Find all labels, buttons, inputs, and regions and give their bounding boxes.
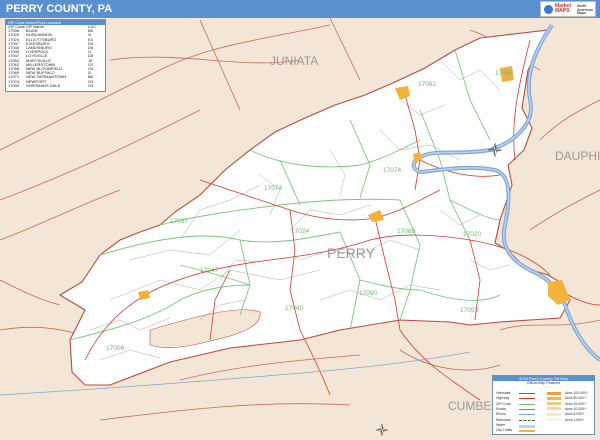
- zip-label: 17037: [170, 218, 188, 225]
- zip-legend-cell: SHERMANS DALE: [26, 82, 61, 88]
- legend-swatch: [519, 398, 535, 400]
- legend-swatch: [519, 393, 535, 394]
- legend-item: Area 10,000+: [565, 406, 587, 411]
- zip-label: 17074: [383, 167, 401, 174]
- zip-label: 17047: [200, 267, 218, 274]
- map-frame: JUNIATA DAUPHIN CUMBER PERRY 17062 17045…: [0, 0, 600, 440]
- legend-swatch: [519, 403, 535, 405]
- zip-label: 17062: [418, 81, 436, 88]
- zip-label: 17068: [397, 228, 415, 235]
- zip-label: 17024: [291, 228, 309, 235]
- legend-swatch: [547, 396, 561, 400]
- publisher-logo: Market MAPS North American Maps: [540, 1, 596, 17]
- zip-label: 17020: [463, 231, 481, 238]
- zip-label: 17074: [264, 185, 282, 192]
- zip-legend-cell: 17090: [8, 82, 20, 88]
- legend-swatch: [519, 430, 535, 433]
- legend-item: Area 50,000+: [565, 396, 587, 401]
- legend-swatch: [519, 408, 535, 410]
- legend-item: Area 25,000+: [565, 401, 587, 406]
- zip-legend: ZIP Code Index/Post Location ZIP Code ZI…: [5, 19, 106, 92]
- zip-legend-rows: 17006 BLAIN B6 17020 DUNCANNON I4 17024 ELLIOTT…: [6, 28, 105, 88]
- logo-right-text: North American Maps: [577, 4, 593, 15]
- legend-swatch: [547, 402, 561, 406]
- zip-legend-cell: G5: [88, 82, 94, 88]
- title-bar: PERRY COUNTY, PA Market MAPS North Ameri…: [0, 0, 600, 18]
- map-legend: 2016 Perry County, PA Map Official Map F…: [492, 375, 595, 435]
- zip-label: 17045: [495, 70, 513, 77]
- map-legend-subtitle: Official Map Features: [526, 381, 561, 385]
- legend-item: Area 100,000+: [565, 391, 589, 395]
- map-title: PERRY COUNTY, PA: [6, 3, 113, 15]
- zip-legend-row: 17090 SHERMANS DALE G5: [6, 82, 105, 88]
- legend-swatch: [547, 391, 561, 395]
- logo-text: Market MAPS: [555, 3, 572, 14]
- legend-swatch: [547, 407, 561, 411]
- zip-label: 17053: [460, 307, 478, 314]
- zip-label: 17040: [285, 305, 303, 312]
- neighbor-label-juniata: JUNIATA: [270, 54, 318, 68]
- legend-swatch: [519, 419, 535, 421]
- legend-swatch: [519, 414, 535, 416]
- legend-item: Area 1,000+: [565, 417, 585, 422]
- legend-swatch: [547, 412, 561, 416]
- neighbor-label-dauphin: DAUPHIN: [555, 149, 600, 163]
- legend-swatch: [547, 418, 561, 421]
- zip-label: 17090: [359, 290, 377, 297]
- county-label: PERRY: [327, 245, 376, 261]
- zip-label: 17006: [106, 345, 124, 352]
- legend-item: Area 5,000+: [565, 412, 585, 417]
- globe-icon: [544, 5, 553, 14]
